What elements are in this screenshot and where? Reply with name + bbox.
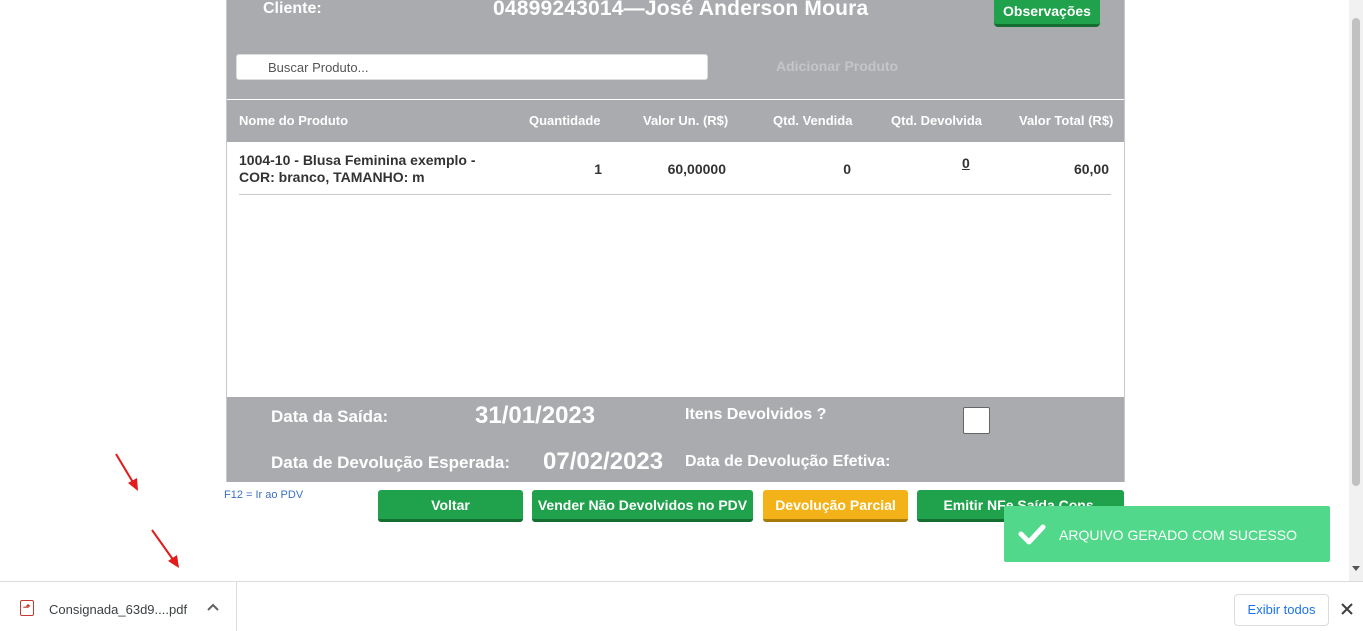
chevron-up-icon[interactable] — [207, 603, 219, 611]
data-saida-value: 31/01/2023 — [475, 402, 596, 429]
check-icon — [1018, 524, 1046, 545]
table-header: Nome do Produto Quantidade Valor Un. (R$… — [227, 100, 1124, 142]
page-scrollbar[interactable] — [1349, 0, 1363, 581]
cliente-name: 04899243014—José Anderson Moura — [493, 0, 869, 20]
consignment-panel: Cliente: 04899243014—José Anderson Moura… — [226, 0, 1125, 482]
cliente-label: Cliente: — [263, 0, 322, 17]
annotation-arrow-icon — [151, 529, 179, 568]
column-header-valor-total: Valor Total (R$) — [1019, 113, 1114, 128]
product-quantidade: 1 — [594, 161, 602, 177]
data-saida-label: Data da Saída: — [271, 407, 389, 426]
download-item[interactable]: ⬏ Consignada_63d9....pdf — [0, 582, 237, 631]
column-header-valor-un: Valor Un. (R$) — [643, 113, 729, 128]
add-product-button[interactable]: Adicionar Produto — [776, 58, 898, 74]
toast-message: ARQUIVO GERADO COM SUCESSO — [1059, 527, 1298, 543]
column-header-qtd-vendida: Qtd. Vendida — [773, 113, 853, 128]
data-devolucao-esperada-label: Data de Devolução Esperada: — [271, 453, 511, 472]
product-qtd-devolvida-link[interactable]: 0 — [962, 155, 970, 171]
header-bar: Cliente: 04899243014—José Anderson Moura… — [227, 0, 1124, 99]
download-bar: ⬏ Consignada_63d9....pdf Exibir todos — [0, 581, 1363, 631]
vender-nao-devolvidos-button[interactable]: Vender Não Devolvidos no PDV — [532, 490, 753, 522]
scroll-down-arrow-icon[interactable] — [1352, 566, 1360, 571]
voltar-button[interactable]: Voltar — [378, 490, 523, 522]
table-row: 1004-10 - Blusa Feminina exemplo - COR: … — [239, 142, 1111, 195]
itens-devolvidos-checkbox[interactable] — [963, 407, 990, 434]
itens-devolvidos-label: Itens Devolvidos ? — [685, 406, 827, 423]
annotation-arrow-icon — [115, 453, 138, 491]
shortcut-hint: F12 = Ir ao PDV — [224, 489, 304, 501]
download-file-name: Consignada_63d9....pdf — [49, 602, 188, 617]
product-name: 1004-10 - Blusa Feminina exemplo - COR: … — [239, 152, 476, 185]
data-devolucao-esperada-value: 07/02/2023 — [543, 448, 664, 475]
devolucao-parcial-button[interactable]: Devolução Parcial — [763, 490, 908, 522]
observacoes-button[interactable]: Observações — [994, 0, 1100, 27]
column-header-qtd-devolvida: Qtd. Devolvida — [891, 113, 983, 128]
scrollbar-thumb[interactable] — [1352, 18, 1360, 486]
search-product-input[interactable] — [236, 54, 708, 80]
column-header-nome: Nome do Produto — [239, 113, 349, 128]
column-header-quantidade: Quantidade — [529, 113, 601, 128]
data-devolucao-efetiva-label: Data de Devolução Efetiva: — [685, 453, 891, 470]
footer-bar: Data da Saída: 31/01/2023 Itens Devolvid… — [227, 397, 1124, 482]
close-icon[interactable] — [1341, 603, 1353, 615]
product-valor-un: 60,00000 — [667, 161, 726, 177]
product-valor-total: 60,00 — [1073, 161, 1109, 177]
success-toast[interactable]: ARQUIVO GERADO COM SUCESSO — [1004, 506, 1330, 562]
product-qtd-vendida: 0 — [843, 161, 851, 177]
show-all-downloads-button[interactable]: Exibir todos — [1234, 594, 1329, 626]
pdf-file-icon: ⬏ — [20, 600, 34, 616]
